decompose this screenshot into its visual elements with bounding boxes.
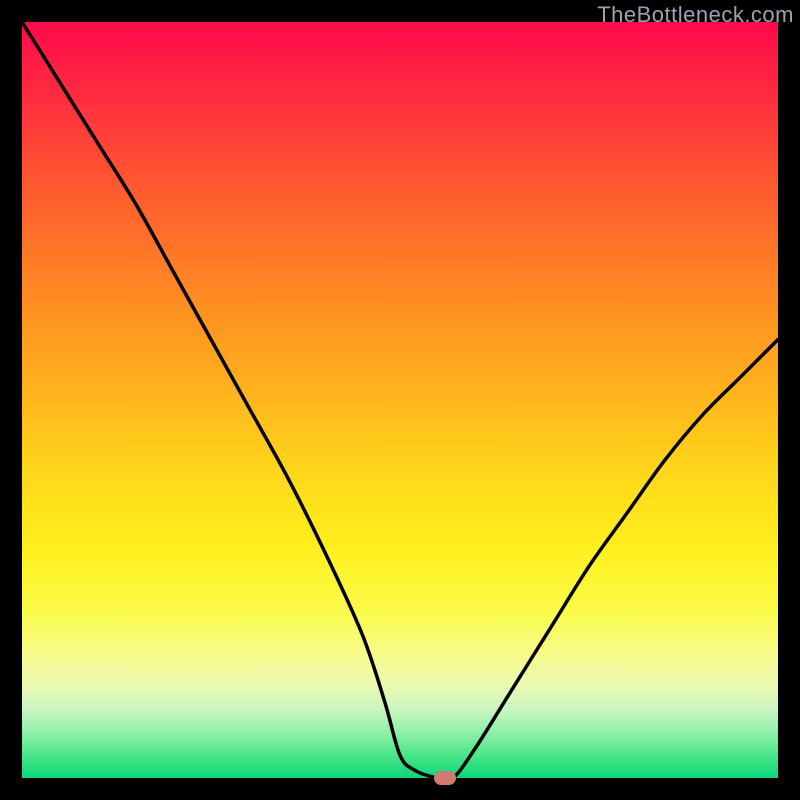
watermark-label: TheBottleneck.com	[597, 2, 794, 28]
optimal-point-marker	[434, 771, 456, 785]
bottleneck-curve	[22, 22, 778, 778]
chart-frame: TheBottleneck.com	[0, 0, 800, 800]
plot-area	[22, 22, 778, 778]
